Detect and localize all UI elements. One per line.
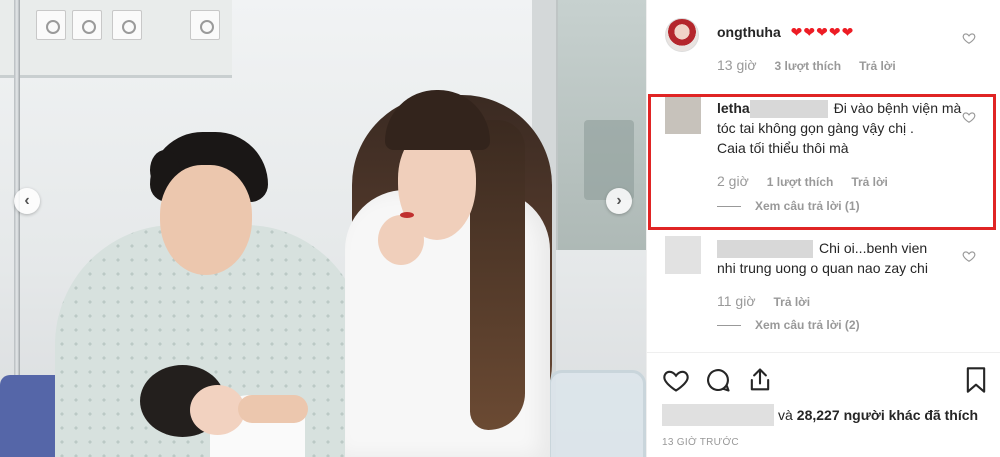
view-replies-label: Xem câu trả lời (2)	[755, 318, 860, 332]
heart-outline-icon[interactable]	[662, 366, 690, 394]
comment-text: Đi vào bệnh viện mà	[833, 100, 962, 116]
comment-row: letha Đi vào bệnh viện mà tóc tai không g…	[717, 98, 961, 158]
wall-socket	[36, 10, 66, 40]
reply-link[interactable]: Trả lời	[851, 175, 888, 189]
redacted-liker	[662, 404, 774, 426]
comment-bubble-icon[interactable]	[704, 366, 732, 394]
heart-icon[interactable]	[962, 249, 976, 263]
carousel-next-button[interactable]: ›	[606, 188, 632, 214]
post-action-bar	[662, 366, 992, 396]
likes-and: và	[778, 407, 793, 423]
redacted-username	[749, 100, 828, 119]
comment-time: 11 giờ	[717, 293, 756, 309]
reply-thread-line	[717, 324, 741, 326]
post-timestamp: 13 GIỜ TRƯỚC	[662, 437, 739, 448]
avatar[interactable]	[665, 18, 699, 52]
comment-text: Caia tối thiểu thôi mà	[717, 140, 849, 157]
heart-icon[interactable]	[962, 110, 976, 124]
wall-socket	[72, 10, 102, 40]
view-replies-label: Xem câu trả lời (1)	[755, 199, 860, 213]
comment-username[interactable]: ongthuha	[717, 24, 781, 40]
view-replies-link[interactable]: Xem câu trả lời (2)	[717, 318, 860, 332]
avatar[interactable]	[665, 236, 701, 274]
likes-count-link[interactable]: 1 lượt thích	[767, 175, 834, 189]
share-upload-icon[interactable]	[746, 366, 774, 394]
comment-row: ongthuha ❤❤❤❤❤	[717, 22, 854, 42]
actions-divider	[646, 352, 1000, 353]
comment-meta: 2 giờ 1 lượt thích Trả lời	[717, 173, 888, 189]
reply-link[interactable]: Trả lời	[859, 59, 896, 73]
comment-text: Chi oi...benh vien	[819, 240, 928, 256]
avatar[interactable]	[665, 96, 701, 134]
woman-hand	[378, 215, 424, 265]
reply-link[interactable]: Trả lời	[774, 295, 811, 309]
view-replies-link[interactable]: Xem câu trả lời (1)	[717, 199, 860, 213]
comment-text: tóc tai không gọn gàng vậy chị .	[717, 120, 914, 137]
likes-summary: và 28,227 người khác đã thích	[662, 404, 978, 426]
bookmark-icon[interactable]	[962, 366, 990, 394]
window-equipment	[584, 120, 634, 200]
comment-text: nhi trung uong o quan nao zay chi	[717, 260, 928, 277]
chevron-right-icon: ›	[616, 192, 622, 209]
baby-face	[190, 385, 245, 435]
likes-count-link[interactable]: 3 lượt thích	[775, 59, 842, 73]
likes-rest[interactable]: người khác đã thích	[844, 407, 978, 423]
chevron-left-icon: ‹	[24, 192, 30, 209]
wall-socket	[190, 10, 220, 40]
wall-socket	[112, 10, 142, 40]
woman-lips	[400, 212, 414, 218]
woman-hair-strand	[470, 120, 525, 430]
post-photo[interactable]: ‹ ›	[0, 0, 646, 457]
comment-time: 2 giờ	[717, 173, 749, 189]
mother-face	[160, 165, 252, 275]
comment-row: Chi oi...benh vien nhi trung uong o quan…	[717, 238, 928, 278]
heart-emojis: ❤❤❤❤❤	[790, 24, 855, 40]
heart-icon[interactable]	[962, 31, 976, 45]
reply-thread-line	[717, 205, 741, 207]
carousel-prev-button[interactable]: ‹	[14, 188, 40, 214]
comment-meta: 11 giờ Trả lời	[717, 293, 810, 309]
mother-hand	[238, 395, 308, 423]
comment-meta: 13 giờ 3 lượt thích Trả lời	[717, 57, 896, 73]
baby-crib	[548, 370, 646, 457]
likes-count[interactable]: 28,227	[797, 407, 840, 423]
comment-time: 13 giờ	[717, 57, 757, 73]
redacted-username	[717, 240, 813, 259]
comment-username[interactable]: letha	[717, 100, 750, 116]
